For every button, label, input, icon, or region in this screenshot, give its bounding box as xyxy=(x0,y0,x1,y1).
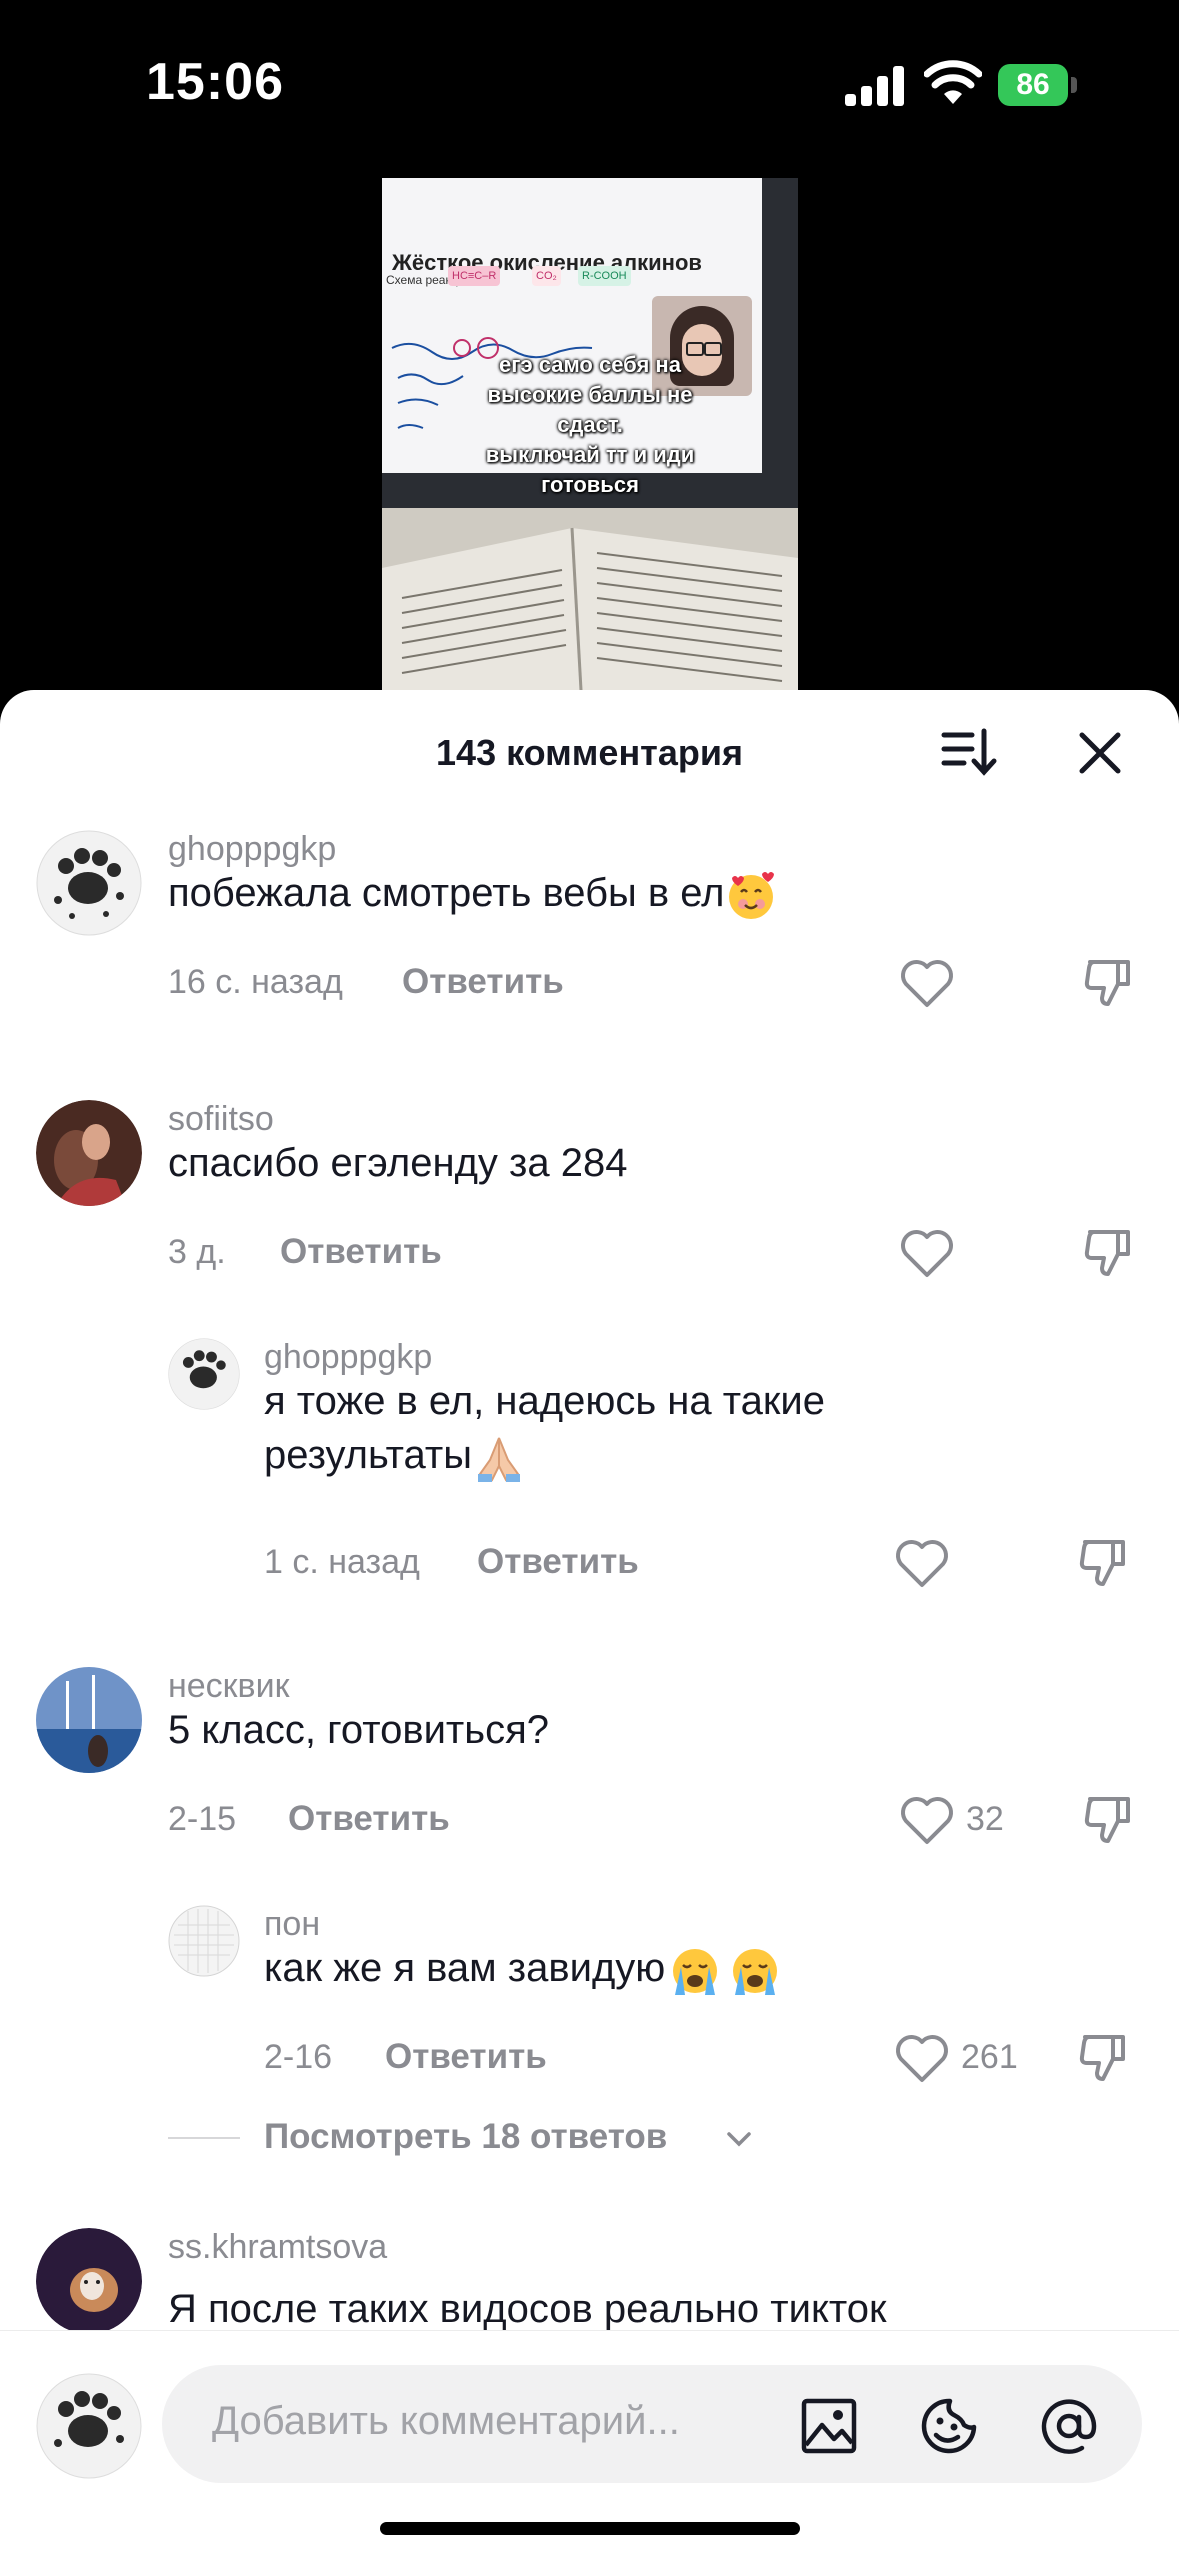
comment-text: как же я вам завидую xyxy=(264,1941,785,1997)
avatar[interactable] xyxy=(36,1667,142,1773)
comment-username[interactable]: ghopppgkp xyxy=(168,830,336,869)
comment-text: я тоже в ел, надеюсь на такие результаты xyxy=(264,1374,825,1484)
video-frame-book xyxy=(382,508,798,708)
heart-icon[interactable] xyxy=(899,1228,955,1280)
comment-text: побежала смотреть вебы в ел xyxy=(168,866,778,922)
reply-button[interactable]: Ответить xyxy=(288,1799,450,1839)
folded-hands-icon xyxy=(478,1438,520,1483)
video-caption: егэ само себя на высокие баллы не сдаст.… xyxy=(485,352,695,497)
cellular-signal-icon xyxy=(845,66,907,106)
smiling-face-with-hearts-icon xyxy=(729,872,775,920)
dislike-icon[interactable] xyxy=(1080,1791,1136,1847)
view-more-replies[interactable]: Посмотреть 18 ответов xyxy=(168,2113,768,2163)
divider xyxy=(168,2137,240,2139)
reply-button[interactable]: Ответить xyxy=(280,1232,442,1272)
formula-chip: CO₂ xyxy=(532,266,561,286)
heart-icon[interactable] xyxy=(894,2033,950,2085)
comment-item: ss.khramtsova Я после таких видосов реал… xyxy=(0,2228,1179,2330)
battery-indicator: 86 xyxy=(998,64,1078,106)
battery-level: 86 xyxy=(998,64,1068,106)
comments-panel: 143 комментария ghopppgkp побежала смотр… xyxy=(0,690,1179,2557)
avatar[interactable] xyxy=(36,830,142,936)
dislike-icon[interactable] xyxy=(1075,2029,1131,2085)
comment-username[interactable]: несквик xyxy=(168,1667,290,1706)
heart-icon[interactable] xyxy=(894,1538,950,1590)
dislike-icon[interactable] xyxy=(1080,1224,1136,1280)
view-more-label: Посмотреть 18 ответов xyxy=(264,2117,668,2156)
formula-chip: HC≡C–R xyxy=(448,266,501,286)
video-frame-tablet: Жёсткое окисление алкинов Схема реакции:… xyxy=(382,178,798,508)
comment-username[interactable]: sofiitso xyxy=(168,1100,274,1139)
avatar[interactable] xyxy=(36,2228,142,2330)
wifi-icon xyxy=(924,60,982,104)
video-player[interactable]: Жёсткое окисление алкинов Схема реакции:… xyxy=(382,178,798,708)
avatar[interactable] xyxy=(168,1338,240,1410)
comment-username[interactable]: ss.khramtsova xyxy=(168,2228,387,2267)
comment-timestamp: 2-16 xyxy=(264,2038,333,2076)
like-count: 32 xyxy=(966,1800,1004,1838)
mention-icon[interactable] xyxy=(1038,2395,1100,2457)
comments-count-title: 143 комментария xyxy=(436,732,743,773)
like-count: 261 xyxy=(961,2038,1018,2076)
dislike-icon[interactable] xyxy=(1080,954,1136,1010)
reply-button[interactable]: Ответить xyxy=(385,2037,547,2077)
comment-text: 5 класс, готовиться? xyxy=(168,1708,549,1752)
avatar xyxy=(36,2373,142,2479)
loudly-crying-face-icon xyxy=(733,1949,778,1996)
close-icon[interactable] xyxy=(1074,727,1126,779)
dislike-icon[interactable] xyxy=(1075,1534,1131,1590)
comment-composer: Добавить комментарий... xyxy=(0,2330,1179,2557)
comment-text: спасибо егэленду за 284 xyxy=(168,1141,628,1185)
status-time: 15:06 xyxy=(146,53,284,111)
emoji-icon[interactable] xyxy=(918,2395,980,2457)
avatar[interactable] xyxy=(36,1100,142,1206)
sort-icon[interactable] xyxy=(938,725,998,781)
heart-icon[interactable] xyxy=(899,958,955,1010)
comment-timestamp: 2-15 xyxy=(168,1800,237,1838)
home-indicator xyxy=(380,2522,800,2535)
image-icon[interactable] xyxy=(798,2395,860,2457)
comment-timestamp: 3 д. xyxy=(168,1233,226,1271)
comment-username[interactable]: ghopppgkp xyxy=(264,1338,432,1377)
reply-button[interactable]: Ответить xyxy=(477,1542,639,1582)
comment-text: Я после таких видосов реально тикток xyxy=(168,2287,887,2330)
comment-input[interactable]: Добавить комментарий... xyxy=(162,2365,1142,2483)
comment-input-placeholder: Добавить комментарий... xyxy=(212,2399,680,2443)
loudly-crying-face-icon xyxy=(673,1949,718,1996)
formula-chip: R-COOH xyxy=(578,266,631,286)
comment-username[interactable]: пон xyxy=(264,1905,320,1944)
status-bar: 15:06 86 xyxy=(0,0,1179,170)
comment-timestamp: 1 с. назад xyxy=(264,1543,420,1581)
reply-button[interactable]: Ответить xyxy=(402,962,564,1002)
chevron-down-icon xyxy=(727,2132,751,2147)
avatar[interactable] xyxy=(168,1905,240,1977)
heart-icon[interactable] xyxy=(899,1795,955,1847)
comment-timestamp: 16 с. назад xyxy=(168,963,343,1001)
